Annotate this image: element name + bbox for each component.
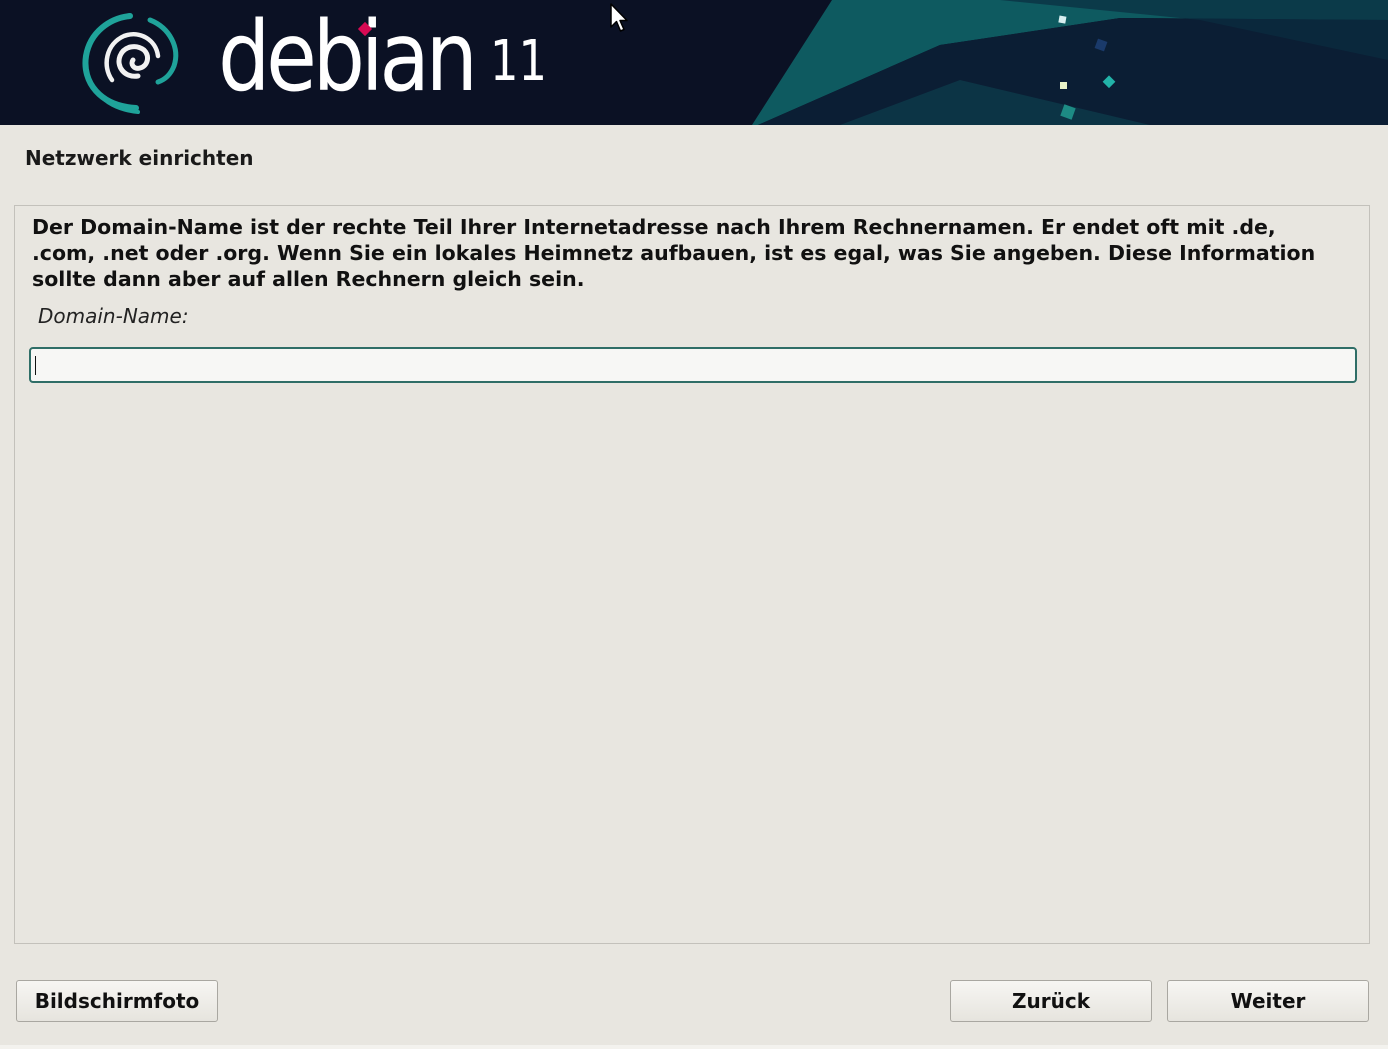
banner-artwork (752, 0, 1388, 125)
text-cursor (35, 356, 36, 375)
next-button[interactable]: Weiter (1167, 980, 1369, 1022)
header-banner: debian 11 (0, 0, 1388, 125)
page-title: Netzwerk einrichten (25, 146, 254, 170)
brand-version: 11 (490, 29, 548, 94)
window-bottom-edge (0, 1045, 1388, 1049)
screenshot-button[interactable]: Bildschirmfoto (16, 980, 218, 1022)
debian-swirl-icon (82, 13, 179, 114)
back-button[interactable]: Zurück (950, 980, 1152, 1022)
mouse-pointer-icon (610, 3, 628, 32)
domain-name-label: Domain-Name: (38, 304, 189, 328)
brand-wordmark: debian (218, 1, 478, 113)
content-panel: Der Domain-Name ist der rechte Teil Ihre… (14, 205, 1370, 944)
logo-dot-icon (357, 21, 373, 37)
description-text: Der Domain-Name ist der rechte Teil Ihre… (32, 215, 1316, 291)
domain-name-input[interactable] (29, 347, 1357, 383)
